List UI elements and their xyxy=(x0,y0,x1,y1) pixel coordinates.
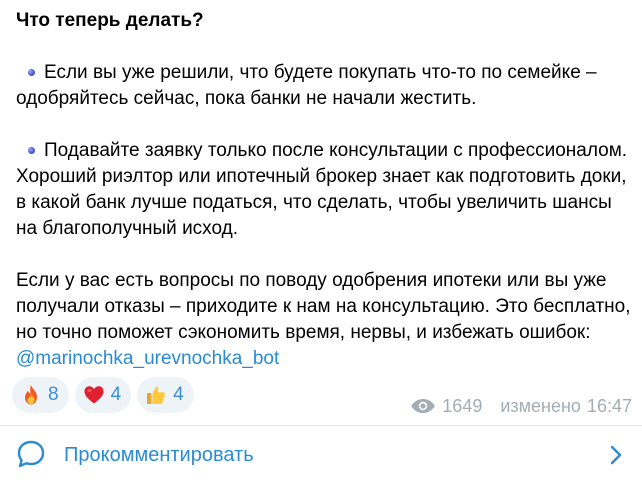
thumbs-up-icon xyxy=(145,384,167,406)
comment-button[interactable]: Прокомментировать xyxy=(0,426,642,484)
edited-label: изменено xyxy=(500,395,581,416)
bot-mention-link[interactable]: @marinochka_urevnochka_bot xyxy=(16,348,279,369)
reaction-thumbs-up[interactable]: 4 xyxy=(137,377,194,413)
bullet-1-text: Если вы уже решили, что будете покупать … xyxy=(16,62,597,109)
view-count: 1649 xyxy=(442,395,483,416)
post-text: Что теперь делать? Если вы уже решили, ч… xyxy=(16,8,632,372)
eye-icon xyxy=(410,398,436,414)
bullet-2-text: Подавайте заявку только после консультац… xyxy=(16,140,628,239)
bullet-paragraph-2: Подавайте заявку только после консультац… xyxy=(16,138,632,242)
reaction-fire[interactable]: 8 xyxy=(12,377,69,413)
comment-label: Прокомментировать xyxy=(64,444,254,466)
post-time: 16:47 xyxy=(586,395,632,416)
chevron-right-icon xyxy=(608,444,624,466)
closing-paragraph: Если у вас есть вопросы по поводу одобре… xyxy=(16,268,632,372)
reaction-heart-count: 4 xyxy=(110,384,122,405)
post-title: Что теперь делать? xyxy=(16,10,204,31)
reactions-bar: 8 4 4 xyxy=(12,377,194,413)
reaction-fire-count: 8 xyxy=(48,384,59,405)
channel-post: Что теперь делать? Если вы уже решили, ч… xyxy=(0,0,642,484)
heart-icon xyxy=(83,384,105,406)
blue-diamond-icon xyxy=(20,60,44,86)
closing-text: Если у вас есть вопросы по поводу одобре… xyxy=(16,270,631,343)
post-meta: 1649 изменено 16:47 xyxy=(410,395,632,417)
reaction-heart[interactable]: 4 xyxy=(74,377,132,413)
reaction-thumbs-up-count: 4 xyxy=(173,384,184,405)
comment-bubble-icon xyxy=(16,439,46,469)
bullet-paragraph-1: Если вы уже решили, что будете покупать … xyxy=(16,60,632,112)
blue-diamond-icon xyxy=(20,138,44,164)
fire-icon xyxy=(20,384,42,406)
